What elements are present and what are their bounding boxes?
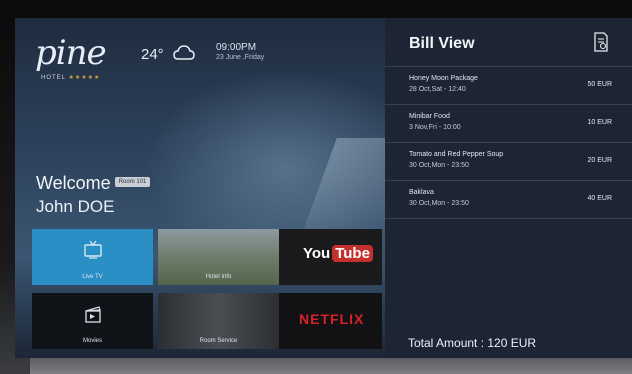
guest-name: John DOE: [36, 197, 115, 216]
bill-row[interactable]: Tomato and Red Pepper Soup 30 Oct,Mon - …: [385, 142, 632, 180]
hotel-brand: pine: [35, 33, 107, 73]
weather-widget: 24°: [141, 45, 195, 63]
tile-hotel-info-label: Hotel Info: [205, 274, 232, 280]
temperature: 24°: [141, 46, 164, 63]
tile-movies-label: Movies: [82, 338, 102, 344]
youtube-logo-tube: Tube: [332, 245, 373, 262]
bill-row[interactable]: Minibar Food 3 Nov,Fri - 10:00 10 EUR: [385, 104, 632, 142]
bill-icon[interactable]: [593, 32, 609, 52]
bill-item-name: Honey Moon Package: [409, 75, 478, 82]
bill-row[interactable]: Baklava 30 Oct,Mon - 23:50 40 EUR: [385, 180, 632, 219]
hotel-stars: ★★★★★: [68, 75, 101, 81]
welcome-block: Welcome Room 101 John DOE: [36, 173, 151, 217]
clock-date: 23 June ,Friday: [216, 54, 265, 61]
bill-item-name: Tomato and Red Pepper Soup: [409, 151, 504, 158]
tv-screen: pine HOTEL ★★★★★ 24° 09:00PM 23 June ,Fr…: [15, 18, 632, 358]
stand-reflection: [30, 358, 632, 374]
tile-netflix[interactable]: NETFLIX: [279, 293, 382, 349]
bill-total: Total Amount : 120 EUR: [408, 336, 537, 350]
bill-item-date: 30 Oct,Mon - 23:50: [409, 162, 469, 169]
bill-item-date: 3 Nov,Fri - 10:00: [409, 124, 461, 131]
tile-room-service[interactable]: Room Service: [158, 293, 279, 349]
tv-icon: [84, 240, 102, 259]
youtube-logo-you: You: [303, 245, 331, 262]
app-tiles: Live TV Hotel Info You Tube Movies Room S…: [32, 229, 384, 358]
bill-item-price: 20 EUR: [587, 157, 612, 164]
room-badge: Room 101: [114, 176, 151, 187]
tile-movies[interactable]: Movies: [32, 293, 153, 349]
hotel-subtitle-text: HOTEL: [41, 75, 66, 81]
tile-hotel-info[interactable]: Hotel Info: [158, 229, 279, 285]
tile-live-tv[interactable]: Live TV: [32, 229, 153, 285]
bill-panel: Bill View Honey Moon Package 28 Oct,Sat …: [385, 18, 632, 358]
cloud-icon: [173, 45, 195, 60]
bill-item-price: 10 EUR: [587, 119, 612, 126]
welcome-greeting: Welcome: [36, 173, 111, 193]
clapperboard-icon: [85, 306, 101, 323]
tile-youtube[interactable]: You Tube: [279, 229, 382, 285]
clock-widget: 09:00PM 23 June ,Friday: [216, 42, 264, 61]
bill-row[interactable]: Honey Moon Package 28 Oct,Sat - 12:40 50…: [385, 66, 632, 104]
bill-item-date: 28 Oct,Sat - 12:40: [409, 86, 466, 93]
bill-item-price: 50 EUR: [587, 81, 612, 88]
bill-item-name: Minibar Food: [409, 113, 450, 120]
netflix-logo: NETFLIX: [299, 311, 365, 327]
bill-title: Bill View: [409, 35, 475, 52]
clock-time: 09:00PM: [216, 42, 257, 53]
hotel-subtitle: HOTEL ★★★★★: [41, 74, 100, 81]
bill-item-name: Baklava: [409, 189, 434, 196]
bill-item-date: 30 Oct,Mon - 23:50: [409, 200, 469, 207]
tile-room-service-label: Room Service: [199, 338, 238, 344]
bill-item-price: 40 EUR: [587, 195, 612, 202]
tile-live-tv-label: Live TV: [82, 274, 103, 280]
hotel-logo: pine HOTEL ★★★★★: [35, 33, 125, 81]
youtube-logo: You Tube: [303, 245, 373, 262]
